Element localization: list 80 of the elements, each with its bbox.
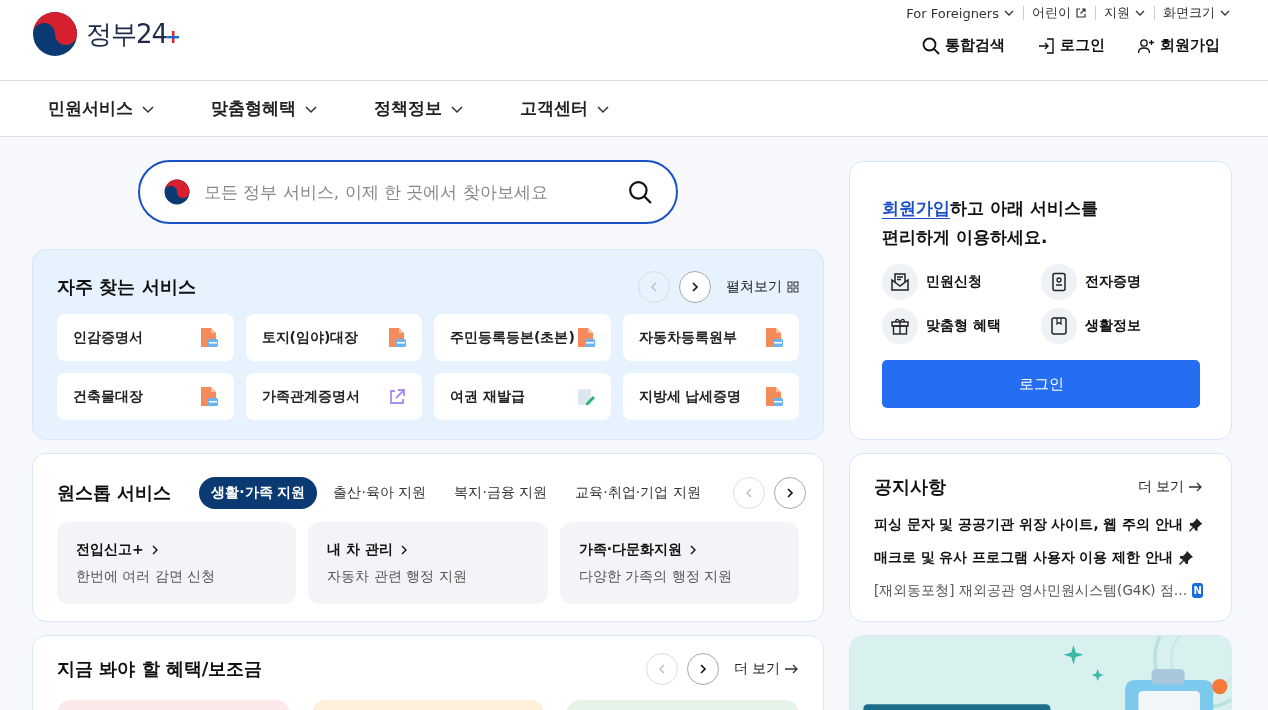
pdf-document-icon bbox=[387, 326, 407, 349]
chevron-right-icon bbox=[688, 544, 698, 556]
service-link[interactable]: 자동차등록원부 bbox=[622, 314, 799, 361]
section-title: 지금 봐야 할 혜택/보조금 bbox=[57, 657, 263, 681]
section-title: 공지사항 bbox=[874, 475, 946, 499]
utility-link[interactable]: 화면크기 bbox=[1163, 4, 1231, 22]
category-tab[interactable]: 생활·가족 지원 bbox=[199, 477, 318, 509]
service-shortcut[interactable]: 민원신청 bbox=[882, 264, 1041, 300]
category-tab[interactable]: 복지·금융 지원 bbox=[442, 477, 560, 509]
service-card[interactable]: 전입신고+ 한번에 여러 감면 신청 bbox=[57, 522, 297, 604]
logo-emblem-icon bbox=[32, 11, 78, 57]
more-link[interactable]: 더 보기 bbox=[733, 660, 799, 678]
external-link-icon bbox=[1075, 7, 1087, 19]
service-shortcut[interactable]: 맞춤형 혜택 bbox=[882, 308, 1041, 344]
arrow-right-icon bbox=[785, 664, 799, 674]
card-description: 자동차 관련 행정 지원 bbox=[327, 568, 468, 586]
pin-icon bbox=[1187, 516, 1203, 533]
utility-link[interactable]: 어린이 bbox=[1032, 4, 1087, 22]
header-link[interactable]: 로그인 bbox=[1037, 36, 1105, 55]
login-button[interactable]: 로그인 bbox=[882, 360, 1200, 408]
plus-icon bbox=[167, 31, 180, 43]
card-description: 다양한 가족의 행정 지원 bbox=[578, 568, 733, 586]
utility-link[interactable]: For Foreigners bbox=[906, 5, 1015, 21]
card-description: 한번에 여러 감면 신청 bbox=[76, 568, 217, 586]
service-card[interactable]: 가족·다문화지원 다양한 가족의 행정 지원 bbox=[559, 522, 799, 604]
header-link[interactable]: 회원가입 bbox=[1137, 36, 1220, 55]
card-title: 내 차 관리 bbox=[327, 541, 394, 559]
card-title: 전입신고+ bbox=[76, 541, 144, 559]
search-icon bbox=[922, 36, 940, 55]
logo-text: 정부24 bbox=[86, 17, 168, 51]
service-shortcut[interactable]: 생활정보 bbox=[1040, 308, 1199, 344]
section-title: 자주 찾는 서비스 bbox=[57, 275, 196, 299]
nav-menu-item[interactable]: 맞춤형혜택 bbox=[211, 97, 318, 120]
service-link[interactable]: 토지(임야)대장 bbox=[245, 314, 422, 361]
service-card[interactable]: 내 차 관리 자동차 관련 행정 지원 bbox=[308, 522, 548, 604]
search-field[interactable]: 모든 정부 서비스, 이제 한 곳에서 찾아보세요 bbox=[202, 181, 616, 203]
next-button[interactable] bbox=[686, 653, 719, 685]
service-link[interactable]: 인감증명서 bbox=[57, 314, 234, 361]
chevron-right-icon bbox=[689, 281, 701, 293]
search-icon[interactable] bbox=[628, 180, 652, 204]
nav-menu-item[interactable]: 정책정보 bbox=[374, 97, 464, 120]
nav-menu-item[interactable]: 민원서비스 bbox=[48, 97, 155, 120]
notice-link[interactable]: 피싱 문자 및 공공기관 위장 사이트, 웹 주의 안내 bbox=[874, 515, 1183, 534]
envelope-icon bbox=[890, 272, 910, 292]
arrow-right-icon bbox=[1189, 482, 1203, 492]
utility-link[interactable]: 지원 bbox=[1104, 4, 1146, 22]
service-link[interactable]: 주민등록등본(초본) bbox=[434, 314, 611, 361]
bookmark-book-icon bbox=[1048, 316, 1069, 336]
more-link[interactable]: 더 보기 bbox=[1137, 478, 1203, 496]
section-title: 원스톱 서비스 bbox=[57, 481, 172, 505]
service-shortcut[interactable]: 전자증명 bbox=[1040, 264, 1199, 300]
notice-link[interactable]: 매크로 및 유사 프로그램 사용자 이용 제한 안내 bbox=[874, 548, 1173, 567]
signup-link[interactable]: 회원가입 bbox=[882, 198, 950, 219]
pdf-document-icon bbox=[575, 326, 596, 349]
header-link[interactable]: 통합검색 bbox=[922, 36, 1005, 55]
pdf-document-icon bbox=[198, 326, 219, 349]
notice-link[interactable]: [재외동포청] 재외공관 영사민원시스템(G4K) 점… bbox=[874, 581, 1188, 600]
nav-menu-item[interactable]: 고객센터 bbox=[520, 97, 610, 120]
grid-icon bbox=[787, 281, 799, 293]
service-link[interactable]: 지방세 납세증명 bbox=[622, 373, 799, 420]
next-button[interactable] bbox=[679, 271, 711, 303]
card-title: 가족·다문화지원 bbox=[578, 541, 682, 559]
gift-icon bbox=[890, 316, 910, 336]
service-link[interactable]: 가족관계증명서 bbox=[245, 373, 422, 420]
service-link[interactable]: 여권 재발급 bbox=[434, 373, 611, 420]
pdf-document-icon bbox=[764, 385, 784, 408]
new-badge: N bbox=[1192, 583, 1203, 598]
signup-prompt: 회원가입하고 아래 서비스를 편리하게 이용하세요. bbox=[882, 197, 1099, 249]
emblem-icon bbox=[164, 179, 190, 205]
expand-link[interactable]: 펼쳐보기 bbox=[726, 278, 799, 296]
user-plus-icon bbox=[1137, 36, 1155, 55]
category-tab[interactable]: 교육·취업·기업 지원 bbox=[563, 477, 713, 509]
pdf-document-icon bbox=[198, 385, 219, 408]
next-button[interactable] bbox=[773, 477, 806, 509]
service-link[interactable]: 건축물대장 bbox=[57, 373, 234, 420]
category-tab[interactable]: 출산·육아 지원 bbox=[321, 477, 439, 509]
login-icon bbox=[1037, 36, 1055, 55]
pin-icon bbox=[1177, 549, 1194, 566]
pdf-document-icon bbox=[764, 326, 784, 349]
search-bar[interactable]: 모든 정부 서비스, 이제 한 곳에서 찾아보세요 bbox=[138, 160, 678, 224]
